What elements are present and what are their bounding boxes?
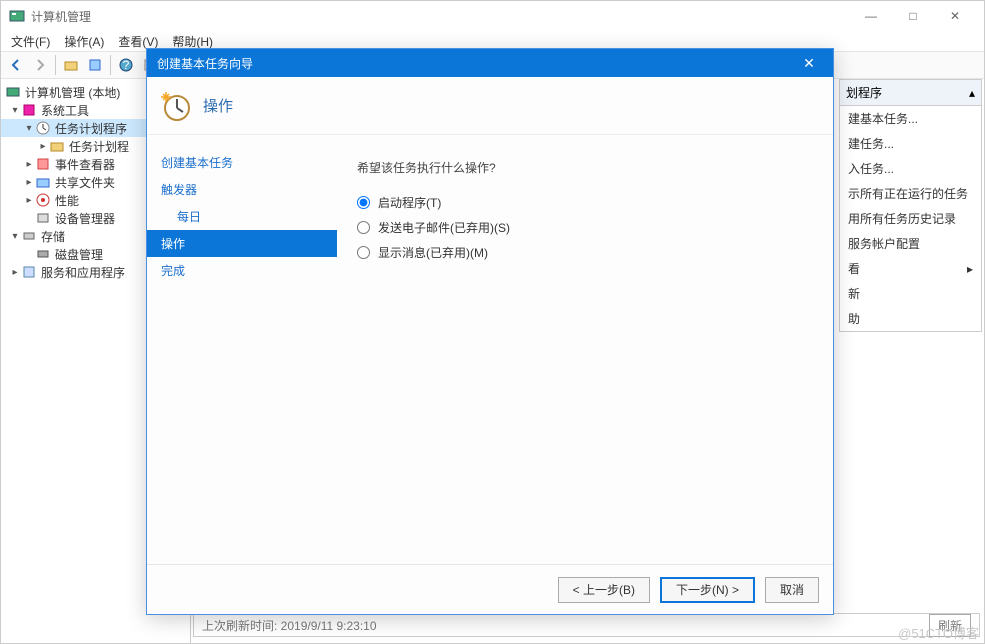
action-import-task[interactable]: 入任务... <box>840 156 981 181</box>
tree-label: 性能 <box>55 192 79 209</box>
tree-label: 任务计划程 <box>69 138 129 155</box>
event-icon <box>35 156 51 172</box>
caret-right-icon: ▸ <box>23 195 35 206</box>
caret-down-icon: ▾ <box>23 123 35 134</box>
actions-header-label: 划程序 <box>846 84 882 101</box>
caret-down-icon: ▾ <box>9 105 21 116</box>
forward-button[interactable] <box>29 54 51 76</box>
caret-right-icon: ▸ <box>37 141 49 152</box>
titlebar: 计算机管理 — □ ✕ <box>1 1 984 31</box>
maximize-button[interactable]: □ <box>892 4 934 28</box>
cancel-button[interactable]: 取消 <box>765 577 819 603</box>
tree-label: 存储 <box>41 228 65 245</box>
status-strip: 上次刷新时间: 2019/9/11 9:23:10 刷新 <box>193 613 980 637</box>
dialog-titlebar: 创建基本任务向导 ✕ <box>147 49 833 77</box>
folder-icon[interactable] <box>60 54 82 76</box>
action-help[interactable]: 助 <box>840 306 981 331</box>
collapse-icon[interactable]: ▴ <box>969 86 975 100</box>
menu-file[interactable]: 文件(F) <box>7 31 54 52</box>
wizard-prompt: 希望该任务执行什么操作? <box>357 159 813 176</box>
disk-icon <box>35 246 51 262</box>
tree-label: 事件查看器 <box>55 156 115 173</box>
window-controls: — □ ✕ <box>850 4 976 28</box>
chevron-right-icon: ▸ <box>967 262 973 276</box>
step-finish[interactable]: 完成 <box>147 257 337 284</box>
caret-right-icon: ▸ <box>9 267 21 278</box>
folder-icon <box>49 138 65 154</box>
tools-icon <box>21 102 37 118</box>
caret-right-icon: ▸ <box>23 159 35 170</box>
actions-panel: 划程序 ▴ 建基本任务... 建任务... 入任务... 示所有正在运行的任务 … <box>839 79 982 332</box>
radio-start-program[interactable]: 启动程序(T) <box>357 194 813 211</box>
properties-icon[interactable] <box>84 54 106 76</box>
tree-label: 系统工具 <box>41 102 89 119</box>
dialog-header: 操作 <box>147 77 833 135</box>
tree-label: 设备管理器 <box>55 210 115 227</box>
dialog-footer: < 上一步(B) 下一步(N) > 取消 <box>147 564 833 614</box>
step-trigger[interactable]: 触发器 <box>147 176 337 203</box>
action-label: 看 <box>848 260 860 277</box>
tree-label: 任务计划程序 <box>55 120 127 137</box>
wizard-dialog: 创建基本任务向导 ✕ 操作 创建基本任务 触发器 每日 操作 完成 希望该任务执… <box>146 48 834 615</box>
action-create-task[interactable]: 建任务... <box>840 131 981 156</box>
radio-input[interactable] <box>357 196 370 209</box>
watermark: @51CTO博客 <box>898 623 979 642</box>
back-button[interactable] <box>5 54 27 76</box>
menu-action[interactable]: 操作(A) <box>60 31 108 52</box>
clock-icon <box>35 120 51 136</box>
radio-input[interactable] <box>357 246 370 259</box>
dialog-header-text: 操作 <box>203 95 233 116</box>
last-refresh-label: 上次刷新时间: 2019/9/11 9:23:10 <box>202 617 377 634</box>
wizard-content: 希望该任务执行什么操作? 启动程序(T) 发送电子邮件(已弃用)(S) 显示消息… <box>337 135 833 564</box>
shared-icon <box>35 174 51 190</box>
performance-icon <box>35 192 51 208</box>
step-action[interactable]: 操作 <box>147 230 337 257</box>
radio-display-message[interactable]: 显示消息(已弃用)(M) <box>357 244 813 261</box>
dialog-title: 创建基本任务向导 <box>157 55 795 72</box>
action-show-running[interactable]: 示所有正在运行的任务 <box>840 181 981 206</box>
radio-label: 显示消息(已弃用)(M) <box>378 244 488 261</box>
app-icon <box>9 8 25 24</box>
action-refresh[interactable]: 新 <box>840 281 981 306</box>
action-view[interactable]: 看▸ <box>840 256 981 281</box>
minimize-button[interactable]: — <box>850 4 892 28</box>
close-button[interactable]: ✕ <box>934 4 976 28</box>
dialog-close-button[interactable]: ✕ <box>795 55 823 72</box>
computer-icon <box>5 84 21 100</box>
action-create-basic[interactable]: 建基本任务... <box>840 106 981 131</box>
radio-send-email[interactable]: 发送电子邮件(已弃用)(S) <box>357 219 813 236</box>
radio-label: 启动程序(T) <box>378 194 441 211</box>
actions-header: 划程序 ▴ <box>840 80 981 106</box>
next-button[interactable]: 下一步(N) > <box>660 577 755 603</box>
step-create-basic[interactable]: 创建基本任务 <box>147 149 337 176</box>
back-button[interactable]: < 上一步(B) <box>558 577 650 603</box>
help-icon[interactable]: ? <box>115 54 137 76</box>
toolbar-separator <box>55 55 56 75</box>
services-icon <box>21 264 37 280</box>
svg-text:?: ? <box>123 58 130 72</box>
action-service-account[interactable]: 服务帐户配置 <box>840 231 981 256</box>
wizard-steps: 创建基本任务 触发器 每日 操作 完成 <box>147 135 337 564</box>
tree-label: 服务和应用程序 <box>41 264 125 281</box>
window-title: 计算机管理 <box>31 8 850 25</box>
tree-label: 计算机管理 (本地) <box>25 84 120 101</box>
step-daily[interactable]: 每日 <box>147 203 337 230</box>
caret-right-icon: ▸ <box>23 177 35 188</box>
radio-input[interactable] <box>357 221 370 234</box>
action-enable-history[interactable]: 用所有任务历史记录 <box>840 206 981 231</box>
radio-label: 发送电子邮件(已弃用)(S) <box>378 219 510 236</box>
caret-down-icon: ▾ <box>9 231 21 242</box>
tree-label: 共享文件夹 <box>55 174 115 191</box>
device-icon <box>35 210 51 226</box>
storage-icon <box>21 228 37 244</box>
wizard-icon <box>159 90 191 122</box>
toolbar-separator <box>110 55 111 75</box>
tree-label: 磁盘管理 <box>55 246 103 263</box>
dialog-body: 创建基本任务 触发器 每日 操作 完成 希望该任务执行什么操作? 启动程序(T)… <box>147 135 833 564</box>
